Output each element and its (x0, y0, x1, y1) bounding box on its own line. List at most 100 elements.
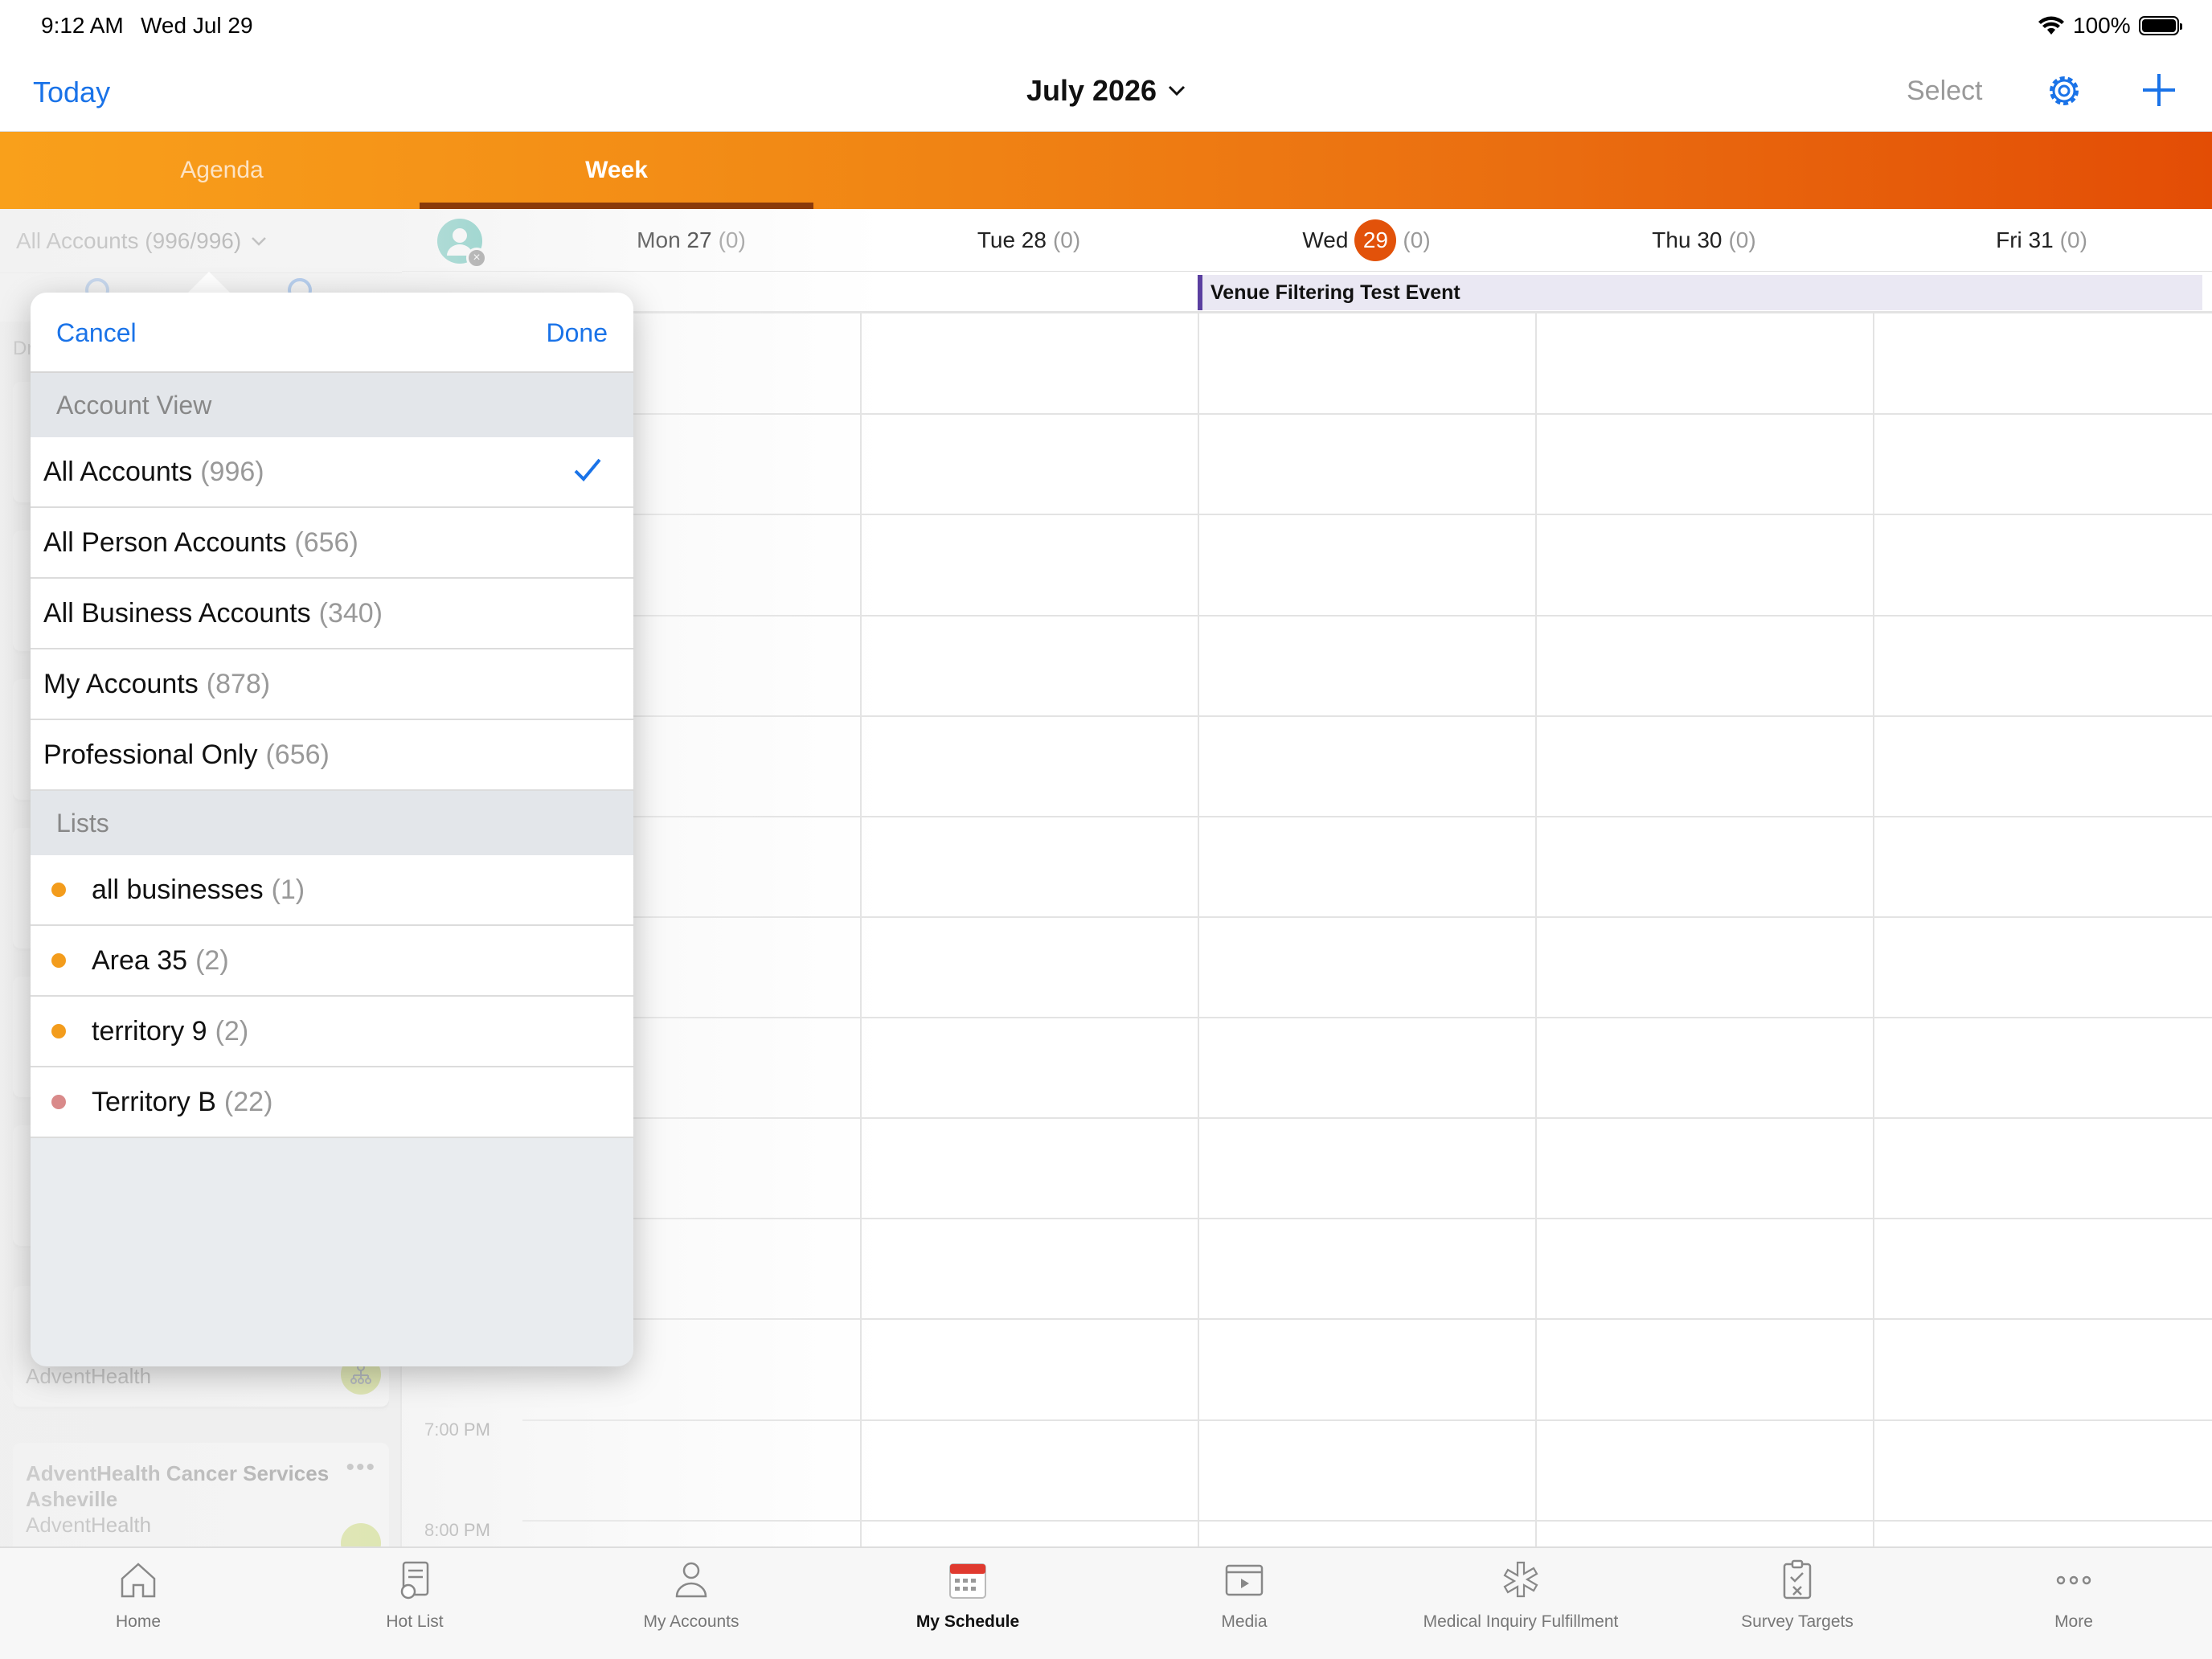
status-bar: 9:12 AM Wed Jul 29 100% (0, 0, 2212, 51)
list-area-35[interactable]: Area 35 (2) (31, 926, 633, 997)
grid-divider (1535, 313, 1537, 1546)
tab-agenda[interactable]: Agenda (0, 132, 444, 209)
day-header-fri[interactable]: Fri 31 (0) (1873, 209, 2210, 272)
media-icon (1225, 1564, 1264, 1596)
battery-indicator: 100% (2038, 13, 2182, 39)
tab-media[interactable]: Media (1106, 1556, 1382, 1653)
row-count: (878) (206, 668, 271, 699)
account-view-all-accounts[interactable]: All Accounts (996) (31, 437, 633, 508)
hour-line (522, 1419, 2212, 1421)
tab-label: More (2054, 1612, 2093, 1631)
tab-my-accounts[interactable]: My Accounts (553, 1556, 830, 1653)
done-button[interactable]: Done (547, 318, 608, 348)
week-header: × Mon 27 (0) Tue 28 (0) Wed 29 (0) Thu 3… (402, 209, 2212, 272)
row-count: (656) (294, 526, 358, 558)
day-count: (0) (1728, 227, 1756, 252)
hour-line (522, 413, 2212, 415)
list-color-dot (51, 883, 66, 897)
account-filter-dropdown[interactable]: All Accounts (996/996) (0, 209, 402, 273)
day-header-thu[interactable]: Thu 30 (0) (1535, 209, 1873, 272)
hour-line (522, 514, 2212, 515)
list-item[interactable]: ••• AdventHealth Cancer Services Ashevil… (13, 1443, 389, 1563)
account-title: AdventHealth Cancer Services Asheville (26, 1461, 330, 1511)
battery-icon (2138, 16, 2182, 35)
row-count: (22) (223, 1086, 273, 1117)
calendar-icon (949, 1563, 986, 1599)
today-indicator: 29 (1354, 219, 1397, 261)
popover-arrow (186, 272, 231, 294)
day-header-tue[interactable]: Tue 28 (0) (860, 209, 1198, 272)
day-label: Tue 28 (977, 227, 1047, 252)
day-label: Thu 30 (1652, 227, 1722, 252)
day-label: Wed (1302, 227, 1349, 252)
today-button[interactable]: Today (33, 76, 110, 109)
battery-percent: 100% (2073, 13, 2131, 38)
tab-week-label: Week (585, 157, 648, 183)
account-view-person-accounts[interactable]: All Person Accounts (656) (31, 508, 633, 579)
tab-survey-targets[interactable]: Survey Targets (1659, 1556, 1936, 1653)
event-venue-filtering[interactable]: Venue Filtering Test Event (1198, 275, 2202, 310)
row-count: (340) (318, 597, 383, 629)
user-filter-avatar[interactable]: × (437, 219, 487, 268)
more-icon (2056, 1575, 2091, 1585)
view-tabs: Agenda Week (0, 132, 2212, 209)
row-label: territory 9 (92, 1015, 207, 1047)
row-label: All Accounts (43, 456, 193, 487)
hour-line (522, 1318, 2212, 1320)
tab-week[interactable]: Week (420, 132, 813, 209)
list-territory-9[interactable]: territory 9 (2) (31, 997, 633, 1067)
row-label: all businesses (92, 874, 264, 905)
account-subtitle: AdventHealth (26, 1513, 152, 1537)
chevron-down-icon (1169, 85, 1186, 96)
grid-divider (1198, 313, 1199, 1546)
day-label: Mon 27 (637, 227, 712, 252)
list-all-businesses[interactable]: all businesses (1) (31, 855, 633, 926)
tab-hot-list[interactable]: Hot List (276, 1556, 553, 1653)
hour-line (522, 916, 2212, 918)
wifi-icon (2038, 16, 2064, 35)
tab-home[interactable]: Home (0, 1556, 276, 1653)
row-count: (996) (200, 456, 264, 487)
account-view-header: Account View (31, 373, 633, 437)
week-calendar: × Mon 27 (0) Tue 28 (0) Wed 29 (0) Thu 3… (402, 209, 2212, 1546)
add-icon[interactable] (2138, 69, 2180, 111)
time-label: 7:00 PM (424, 1419, 490, 1440)
hour-line (522, 1218, 2212, 1219)
home-icon (121, 1563, 156, 1598)
medical-icon (1503, 1561, 1538, 1598)
account-filter-label: All Accounts (996/996) (16, 227, 242, 253)
gear-icon[interactable] (2044, 71, 2084, 111)
account-view-my-accounts[interactable]: My Accounts (878) (31, 649, 633, 720)
tab-label: Medical Inquiry Fulfillment (1423, 1612, 1619, 1631)
month-picker[interactable]: July 2026 (1026, 74, 1186, 108)
close-icon[interactable]: × (466, 248, 487, 268)
list-territory-b[interactable]: Territory B (22) (31, 1067, 633, 1138)
clipboard-icon (1783, 1559, 1812, 1600)
more-options-icon[interactable]: ••• (346, 1454, 376, 1481)
row-label: Area 35 (92, 944, 188, 976)
tab-label: Home (115, 1612, 162, 1631)
month-title: July 2026 (1026, 74, 1157, 107)
tab-label: Hot List (386, 1612, 444, 1631)
cancel-button[interactable]: Cancel (56, 318, 137, 348)
hour-line (522, 816, 2212, 817)
tab-label: Media (1221, 1612, 1268, 1631)
account-view-professional-only[interactable]: Professional Only (656) (31, 720, 633, 791)
day-header-mon[interactable]: Mon 27 (0) (522, 209, 860, 272)
tab-label: My Accounts (643, 1612, 739, 1631)
status-time: 9:12 AM (41, 13, 124, 38)
day-count: (0) (718, 227, 746, 252)
tab-medical-inquiry[interactable]: Medical Inquiry Fulfillment (1382, 1556, 1659, 1653)
select-button[interactable]: Select (1907, 76, 1983, 107)
bottom-tab-bar: Home Hot List My Accounts My Schedule Me… (0, 1546, 2212, 1659)
tab-more[interactable]: More (1936, 1556, 2212, 1653)
tab-my-schedule[interactable]: My Schedule (830, 1556, 1106, 1653)
day-header-wed[interactable]: Wed 29 (0) (1198, 209, 1535, 272)
day-count: (0) (1052, 227, 1081, 252)
hour-line (522, 715, 2212, 717)
row-count: (656) (265, 739, 330, 770)
row-label: All Person Accounts (43, 526, 287, 558)
hour-line (522, 1017, 2212, 1018)
account-view-business-accounts[interactable]: All Business Accounts (340) (31, 579, 633, 649)
grid-divider (860, 313, 862, 1546)
